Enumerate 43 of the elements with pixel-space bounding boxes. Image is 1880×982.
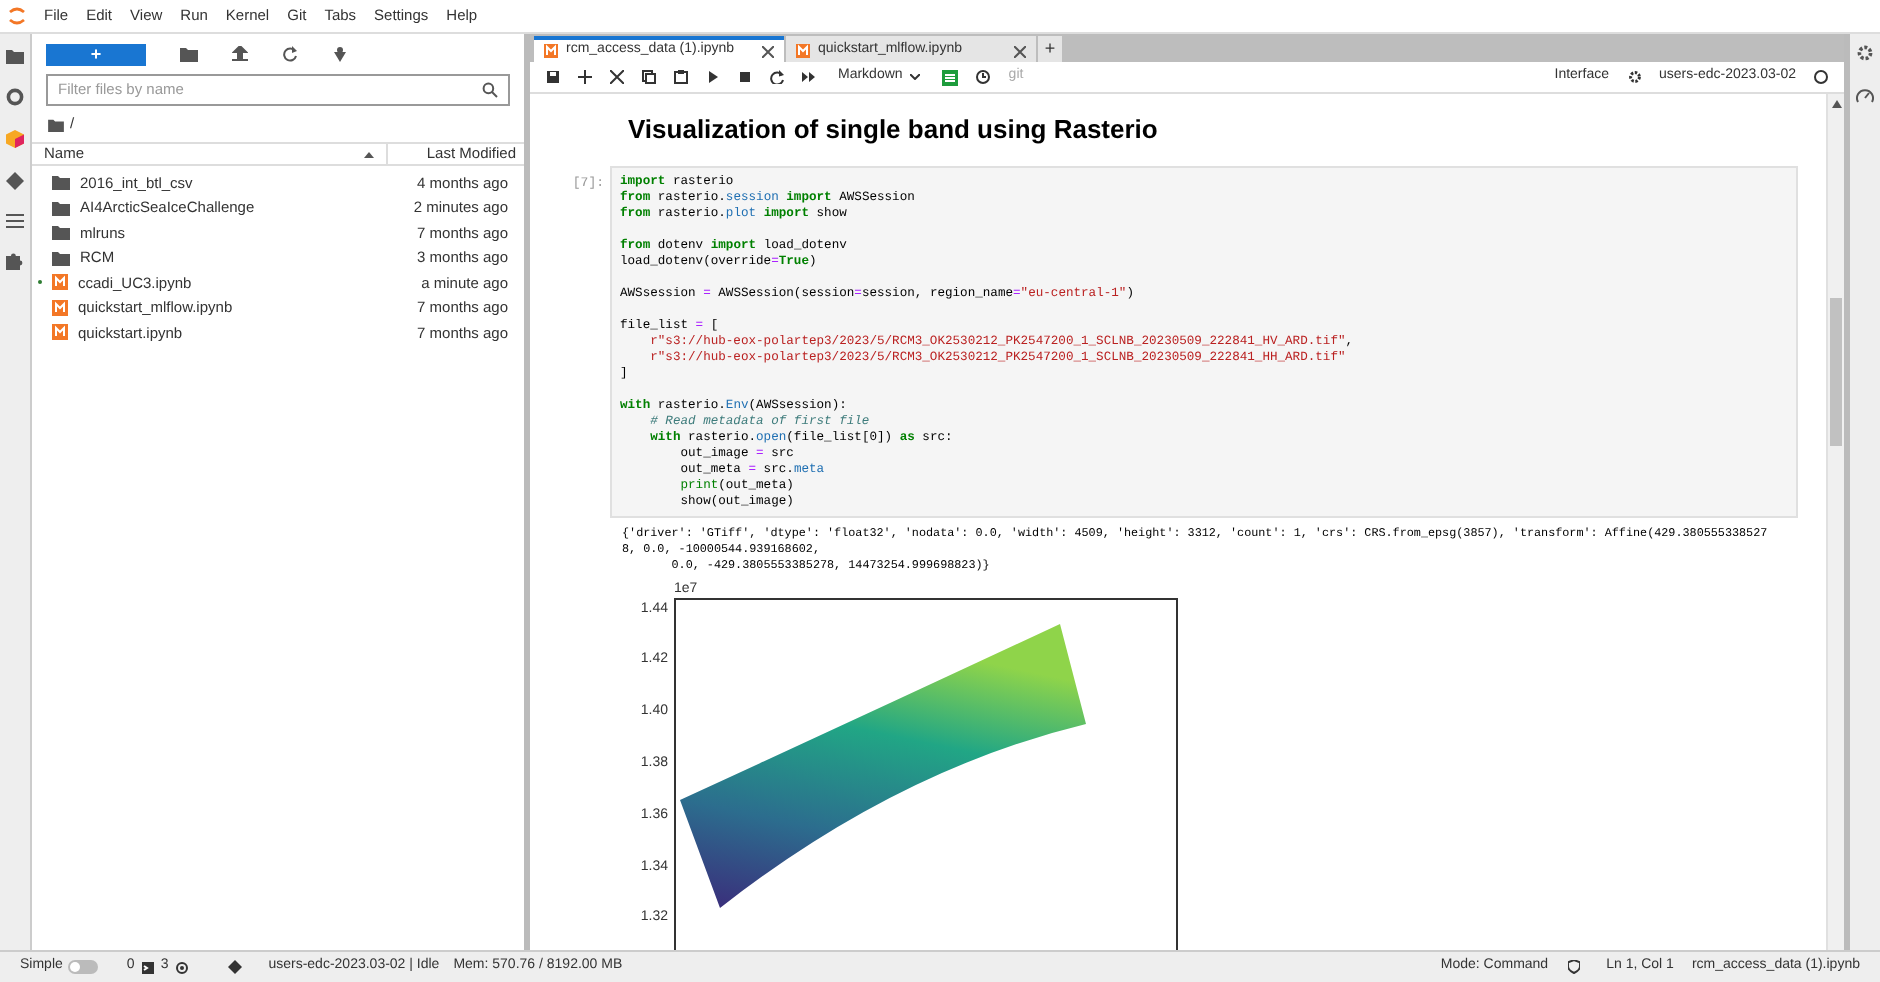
notebook-heading: Visualization of single band using Rasterio [628,112,1160,148]
close-icon[interactable] [762,45,774,57]
puzzle-icon[interactable] [6,252,24,270]
folder-icon [48,117,64,131]
list-icon[interactable] [6,214,24,228]
shield-icon[interactable] [1568,960,1581,974]
search-icon [482,82,498,98]
cube-icon[interactable] [6,130,24,148]
copy-icon[interactable] [642,70,656,84]
new-tab-button[interactable]: + [1038,36,1062,62]
add-cell-icon[interactable] [578,70,592,84]
diamond-icon[interactable] [6,172,24,190]
upload-icon[interactable] [232,46,248,62]
restart-icon[interactable] [770,70,784,84]
notebook-icon [52,274,68,291]
gauge-icon[interactable] [1856,88,1874,104]
scroll-up-icon[interactable] [1831,100,1841,108]
save-icon[interactable] [546,70,560,84]
clock-icon[interactable] [976,70,991,84]
stop-icon[interactable] [738,70,752,84]
scrollbar-thumb[interactable] [1830,298,1842,446]
running-circle-icon[interactable] [6,88,24,106]
paste-icon[interactable] [674,70,688,84]
folder-icon[interactable] [6,48,24,64]
fast-forward-icon[interactable] [802,70,816,84]
simple-toggle[interactable] [68,960,99,974]
kernel-idle-icon [1814,70,1828,84]
notebook-icon [796,44,810,58]
table-icon[interactable] [942,69,959,85]
new-folder-icon[interactable] [180,46,198,62]
sort-caret-icon [364,151,374,157]
terminal-icon [142,961,155,973]
kernel-icon [176,961,189,973]
close-icon[interactable] [1014,45,1026,57]
notebook-icon [544,44,558,58]
cut-icon[interactable] [610,70,624,84]
new-launcher-button[interactable]: + [46,43,146,65]
caret-icon [910,74,921,80]
notebook-icon [52,299,68,316]
run-icon[interactable] [706,70,720,84]
notebook-icon [52,324,68,341]
refresh-icon[interactable] [282,46,298,62]
app-logo-icon [8,6,26,26]
